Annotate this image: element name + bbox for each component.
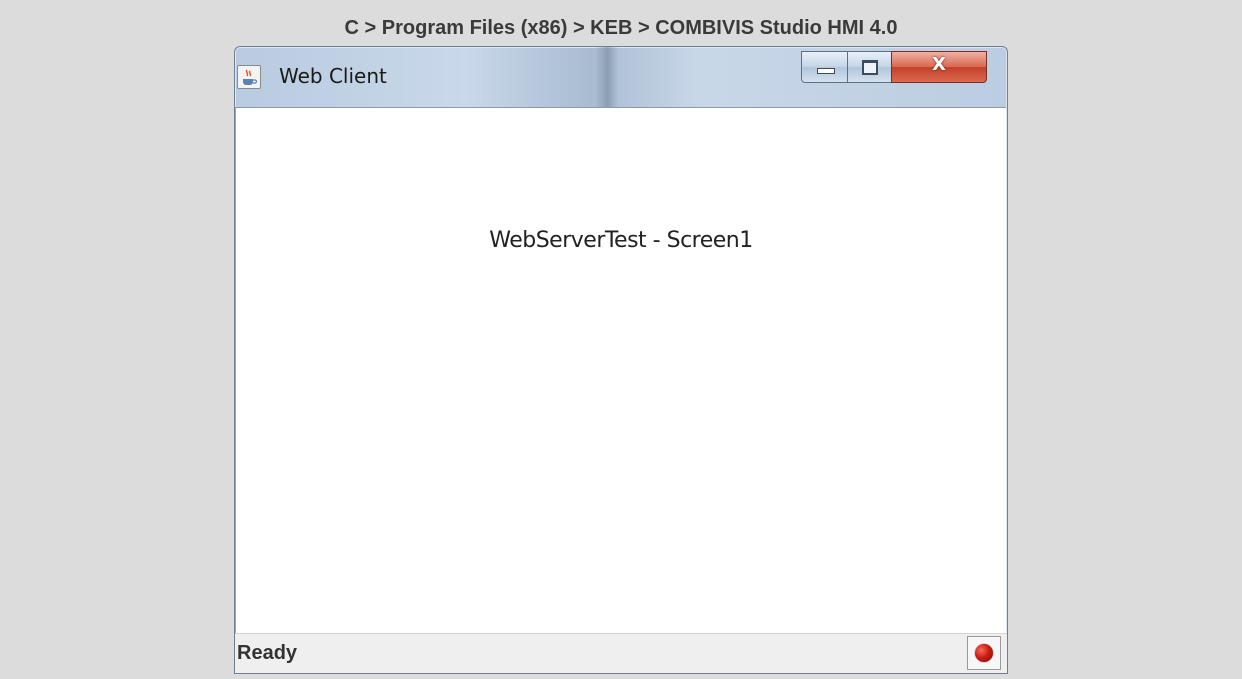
minimize-button[interactable] [801, 51, 849, 83]
window-title: Web Client [279, 64, 387, 88]
title-bar[interactable]: Web Client X [235, 47, 1007, 107]
title-bar-glass-reflection [595, 47, 619, 107]
screen-title: WebServerTest - Screen1 [489, 228, 753, 253]
web-client-window: Web Client X WebServerTest - Screen1 Rea… [234, 46, 1008, 674]
java-app-icon[interactable] [237, 65, 261, 89]
maximize-icon [862, 60, 878, 75]
close-icon: X [932, 54, 946, 75]
breadcrumb-caption: C > Program Files (x86) > KEB > COMBIVIS… [344, 17, 898, 39]
close-button[interactable]: X [891, 51, 987, 83]
connection-indicator[interactable] [967, 636, 1001, 670]
red-status-led-icon [975, 644, 993, 662]
maximize-button[interactable] [847, 51, 893, 83]
client-content-area[interactable]: WebServerTest - Screen1 [235, 107, 1006, 633]
java-cup-icon [243, 69, 258, 85]
status-bar: Ready [235, 633, 1007, 673]
status-text: Ready [237, 642, 298, 664]
minimize-icon [817, 68, 835, 74]
